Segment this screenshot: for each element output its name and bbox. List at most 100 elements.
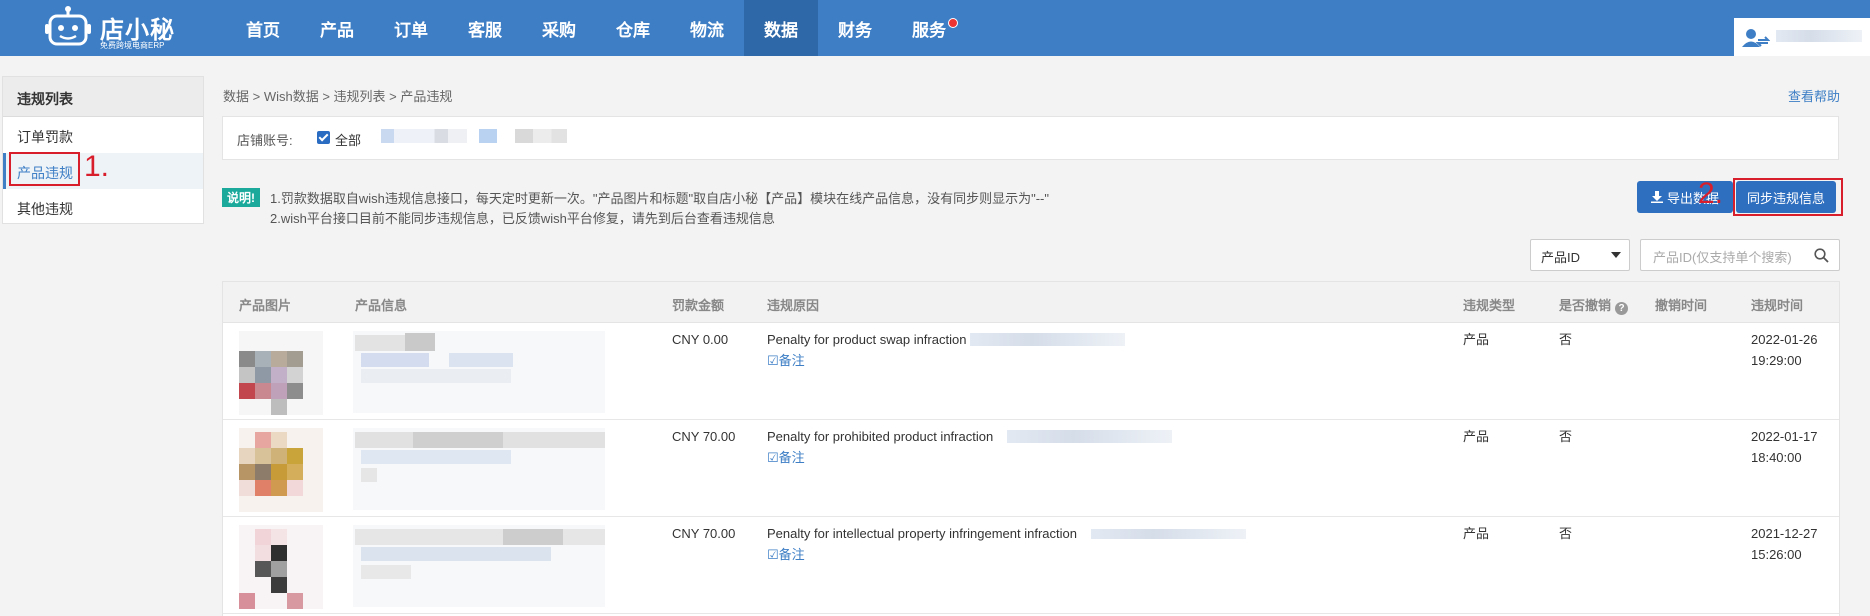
redacted-product-info — [353, 525, 605, 607]
violation-date: 2022-01-26 — [1751, 332, 1818, 347]
search-field-value: 产品ID — [1541, 250, 1581, 265]
col-revoked-label: 是否撤销 — [1559, 298, 1612, 313]
nav-finance[interactable]: 财务 — [818, 0, 892, 56]
search-input[interactable]: 产品ID(仅支持单个搜索) — [1640, 239, 1840, 271]
fine-amount: CNY 0.00 — [672, 332, 729, 347]
user-switch-icon — [1742, 29, 1770, 47]
violation-reason: Penalty for intellectual property infrin… — [767, 523, 1246, 544]
violations-table: 产品图片 产品信息 罚款金额 违规原因 违规类型 是否撤销? 撤销时间 违规时间 — [222, 281, 1840, 616]
violation-reason: Penalty for product swap infraction — [767, 329, 1126, 350]
nav-logistics[interactable]: 物流 — [670, 0, 744, 56]
edit-icon: ☑ — [767, 353, 779, 368]
notice-line-2: 2.wish平台接口目前不能同步违规信息，已反馈wish平台修复，请先到后台查看… — [270, 211, 775, 226]
nav-purchasing[interactable]: 采购 — [522, 0, 596, 56]
table-header: 产品图片 产品信息 罚款金额 违规原因 违规类型 是否撤销? 撤销时间 违规时间 — [223, 282, 1839, 323]
col-revoked: 是否撤销? — [1559, 295, 1629, 315]
nav-services[interactable]: 服务 — [892, 0, 966, 56]
annotation-highlight-box-1 — [9, 152, 80, 186]
robot-logo-icon — [45, 6, 91, 46]
edit-icon: ☑ — [767, 450, 779, 465]
product-thumbnail — [239, 525, 323, 609]
remark-link[interactable]: ☑备注 — [767, 350, 805, 371]
revoked-status: 否 — [1559, 526, 1573, 541]
col-violation-time: 违规时间 — [1751, 298, 1804, 313]
nav-services-label: 服务 — [912, 20, 946, 40]
store-account-label: 店铺账号: — [237, 133, 293, 148]
violation-reason-text: Penalty for prohibited product infractio… — [767, 429, 994, 444]
table-row: CNY 70.00 Penalty for prohibited product… — [223, 420, 1839, 517]
sidebar-title: 违规列表 — [3, 77, 203, 117]
nav-orders[interactable]: 订单 — [374, 0, 448, 56]
violation-type: 产品 — [1463, 332, 1490, 347]
notification-dot — [948, 18, 958, 28]
table-row: CNY 70.00 Penalty for intellectual prope… — [223, 517, 1839, 614]
fine-amount: CNY 70.00 — [672, 429, 736, 444]
revoked-status: 否 — [1559, 429, 1573, 444]
violation-type: 产品 — [1463, 429, 1490, 444]
violation-time: 15:26:00 — [1751, 547, 1802, 562]
select-all-label[interactable]: 全部 — [335, 130, 361, 149]
redacted-username — [1776, 30, 1862, 42]
top-nav-bar: 店小秘 免费跨境电商ERP 首页 产品 订单 客服 采购 仓库 物流 数据 财务… — [0, 0, 1870, 56]
violation-time: 18:40:00 — [1751, 450, 1802, 465]
violation-date: 2022-01-17 — [1751, 429, 1818, 444]
nav-products[interactable]: 产品 — [300, 0, 374, 56]
nav-customer-service[interactable]: 客服 — [448, 0, 522, 56]
nav-home[interactable]: 首页 — [226, 0, 300, 56]
violation-reason-text: Penalty for product swap infraction — [767, 332, 967, 347]
help-icon[interactable]: ? — [1615, 302, 1629, 315]
fine-amount: CNY 70.00 — [672, 526, 736, 541]
remark-label: 备注 — [778, 450, 805, 465]
remark-label: 备注 — [778, 353, 805, 368]
download-icon — [1650, 191, 1663, 203]
redacted-product-info — [353, 331, 605, 413]
redacted-reason-suffix — [1090, 529, 1246, 539]
nav-warehouse[interactable]: 仓库 — [596, 0, 670, 56]
search-field-select[interactable]: 产品ID — [1530, 239, 1630, 271]
redacted-store-1 — [381, 129, 467, 143]
remark-link[interactable]: ☑备注 — [767, 544, 805, 565]
col-violation-reason: 违规原因 — [767, 298, 820, 313]
store-filter-panel: 店铺账号: 全部 — [222, 116, 1839, 160]
main-nav: 首页 产品 订单 客服 采购 仓库 物流 数据 财务 服务 — [226, 0, 966, 56]
col-violation-type: 违规类型 — [1463, 298, 1516, 313]
col-revoke-time: 撤销时间 — [1655, 298, 1708, 313]
redacted-store-3 — [515, 129, 567, 143]
product-thumbnail — [239, 331, 323, 415]
help-link[interactable]: 查看帮助 — [1788, 86, 1840, 105]
violation-reason: Penalty for prohibited product infractio… — [767, 426, 1172, 447]
annotation-step-2: 2. — [1698, 177, 1724, 210]
redacted-product-info — [353, 428, 605, 510]
revoked-status: 否 — [1559, 332, 1573, 347]
table-row: CNY 0.00 Penalty for product swap infrac… — [223, 323, 1839, 420]
chevron-down-icon — [1611, 252, 1621, 258]
remark-link[interactable]: ☑备注 — [767, 447, 805, 468]
col-product-info: 产品信息 — [355, 298, 408, 313]
breadcrumb: 数据 > Wish数据 > 违规列表 > 产品违规 — [223, 89, 453, 104]
notice-badge: 说明! — [222, 188, 260, 207]
violation-type: 产品 — [1463, 526, 1490, 541]
search-placeholder: 产品ID(仅支持单个搜索) — [1653, 250, 1792, 265]
col-product-image: 产品图片 — [239, 298, 292, 313]
redacted-reason-suffix — [1006, 430, 1172, 443]
search-icon[interactable] — [1814, 248, 1829, 263]
user-account-menu[interactable] — [1734, 18, 1870, 56]
sidebar-item-other-violations[interactable]: 其他违规 — [3, 189, 203, 225]
edit-icon: ☑ — [767, 547, 779, 562]
logo[interactable]: 店小秘 免费跨境电商ERP — [44, 4, 180, 52]
redacted-reason-suffix — [970, 333, 1126, 346]
col-fine-amount: 罚款金额 — [672, 298, 725, 313]
annotation-highlight-box-2 — [1733, 178, 1843, 216]
nav-data[interactable]: 数据 — [744, 0, 818, 56]
brand-subtitle: 免费跨境电商ERP — [100, 41, 165, 50]
redacted-store-2 — [479, 129, 497, 143]
notice-line-1: 1.罚款数据取自wish违规信息接口，每天定时更新一次。"产品图片和标题"取自店… — [270, 191, 1049, 206]
annotation-step-1: 1. — [84, 150, 110, 183]
sidebar-item-order-fines[interactable]: 订单罚款 — [3, 117, 203, 153]
violation-reason-text: Penalty for intellectual property infrin… — [767, 526, 1077, 541]
violation-date: 2021-12-27 — [1751, 526, 1818, 541]
remark-label: 备注 — [778, 547, 805, 562]
product-thumbnail — [239, 428, 323, 512]
violation-time: 19:29:00 — [1751, 353, 1802, 368]
select-all-checkbox[interactable] — [317, 131, 330, 144]
